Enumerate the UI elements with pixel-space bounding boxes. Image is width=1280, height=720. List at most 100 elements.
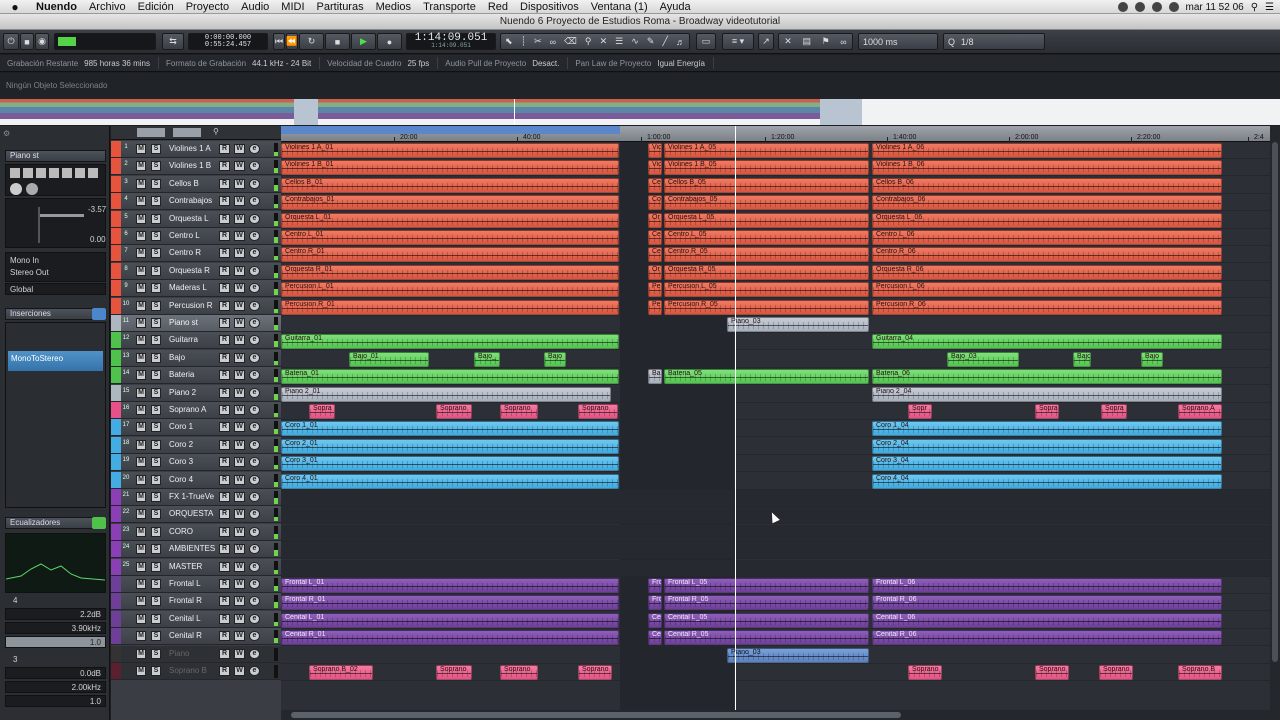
track-name[interactable]: Coro 2 [169,440,217,449]
audio-event[interactable]: Bajo_03 [947,351,1019,367]
info-value[interactable]: Igual Energía [657,59,705,68]
read-button[interactable]: R [219,561,230,572]
audio-event[interactable]: Piano_03 [727,647,869,663]
solo-button[interactable]: S [151,561,161,572]
audio-event[interactable]: Bateria_01 [281,369,619,385]
audio-event[interactable]: Or [648,264,662,280]
mute-button[interactable]: M [136,370,146,381]
write-button[interactable]: W [234,283,245,294]
track-header[interactable]: 24 M S AMBIENTES R We [111,541,281,559]
volume-icon[interactable] [1168,2,1179,12]
audio-event[interactable]: Violines 1 B_05 [664,160,869,176]
eq-gain2-field[interactable]: 0.0dB [5,667,106,679]
solo-button[interactable]: S [151,178,161,189]
record-enable-icon[interactable] [10,183,22,195]
audio-event[interactable]: Frontal L_05 [664,578,869,593]
audio-event[interactable]: Guitarra_01 [281,334,619,350]
audio-event[interactable]: Sopra [309,404,335,419]
audio-event[interactable]: Percusion L_06 [872,282,1222,298]
vertical-scroll-thumb[interactable] [1272,142,1278,662]
track-color[interactable] [111,454,121,471]
write-button[interactable]: W [234,648,245,659]
track-color[interactable] [111,262,121,279]
read-button[interactable]: R [219,526,230,537]
write-button[interactable]: W [234,231,245,241]
track-lane[interactable]: Violines 1 A_01 Vio Violines 1 A_05 Violine… [281,142,1270,159]
solo-button[interactable]: S [151,457,161,468]
audio-event[interactable]: Coro 4_04 [872,473,1222,489]
audio-event[interactable]: Piano 2_04 [872,386,1222,402]
apple-icon[interactable]: ● [0,0,30,14]
solo-button[interactable]: S [151,613,161,624]
read-button[interactable]: R [219,144,230,154]
write-button[interactable]: W [234,387,245,398]
audio-event[interactable]: Percusion R_01 [281,299,619,315]
power-icon[interactable]: ⏻ [3,33,19,50]
audio-event[interactable]: Sopr [908,404,932,419]
write-button[interactable]: W [234,526,245,537]
audio-event[interactable]: Coro 3_04 [872,456,1222,472]
menu-item[interactable]: Ayuda [654,1,697,13]
monitor-icon[interactable] [26,183,38,195]
track-header[interactable]: 14 M S Bateria R We [111,367,281,385]
inspector-settings-icon[interactable]: ⚙ [3,129,10,138]
menu-item[interactable]: Audio [235,1,275,13]
audio-event[interactable]: Coro 1_01 [281,421,619,437]
track-lane[interactable]: Centro L_01 Ce Centro L_05 Centro L_06 [281,229,1270,246]
audio-event[interactable]: Coro 4_01 [281,473,619,489]
track-color[interactable] [111,349,121,366]
track-header[interactable]: 10 M S Percusion RRWe [111,297,281,315]
audio-event[interactable]: Frontal L_06 [872,578,1222,593]
play-tool-icon[interactable]: ♬ [676,37,685,47]
track-header[interactable]: 12 M S Guitarra R We [111,332,281,350]
read-button[interactable]: R [219,318,230,328]
track-name[interactable]: Coro 3 [169,457,217,466]
track-lane[interactable]: Percusion L_01 Pe Percusion L_05 Percusion … [281,281,1270,299]
track-lane[interactable]: Orquesta L_01 Or Orquesta L_05 Orquesta L_0… [281,212,1270,229]
track-color[interactable] [111,506,121,523]
audio-event[interactable]: Cenital L_06 [872,612,1222,628]
snap-icon[interactable]: ↗ [758,33,774,50]
audio-event[interactable]: Contrabajos_06 [872,195,1222,211]
audio-event[interactable]: Frontal R_06 [872,595,1222,611]
crossfade-icon[interactable]: ✕ [784,36,792,47]
record-button[interactable]: ● [377,33,402,50]
inspector-track-header[interactable]: Piano st [5,150,106,162]
mute-button[interactable]: M [136,526,146,537]
horizontal-scroll-thumb[interactable] [291,712,901,718]
audio-event[interactable]: Bajo [544,351,566,367]
track-name[interactable]: Percusion R [169,301,217,310]
track-name[interactable]: Bajo [169,353,217,362]
write-button[interactable]: W [234,492,245,502]
mute-button[interactable]: M [136,596,146,607]
write-button[interactable]: W [234,474,245,485]
track-color[interactable] [111,245,121,262]
solo-button[interactable]: S [151,144,161,154]
read-button[interactable]: R [219,231,230,241]
mute-button[interactable]: M [136,457,146,468]
track-header[interactable]: M S Soprano BRWe [111,663,281,680]
audio-event[interactable]: Bajo_01 [349,351,429,367]
mute-button[interactable]: M [136,405,146,415]
eq-power-icon[interactable] [92,517,106,529]
audio-event[interactable]: Orquesta L_05 [664,212,869,228]
write-button[interactable]: W [234,370,245,381]
track-name[interactable]: Cenital L [169,614,217,623]
read-button[interactable]: R [219,544,230,555]
track-color[interactable] [111,228,121,244]
track-color[interactable] [111,610,121,627]
read-button[interactable]: R [219,161,230,172]
track-header[interactable]: 6 M S Centro LRWe [111,228,281,245]
track-color[interactable] [111,419,121,436]
mute-button[interactable]: M [136,544,146,555]
read-button[interactable]: R [219,648,230,659]
audio-event[interactable]: Pe [648,299,662,315]
solo-button[interactable]: S [151,509,161,520]
track-name[interactable]: Cellos B [169,179,217,188]
track-color[interactable] [111,663,121,679]
comp-tool-icon[interactable]: ☰ [615,36,623,47]
draw-tool-icon[interactable]: ✎ [647,36,655,47]
play-button[interactable]: ▶ [351,33,376,50]
track-name[interactable]: Centro L [169,231,217,240]
read-button[interactable]: R [219,213,230,224]
